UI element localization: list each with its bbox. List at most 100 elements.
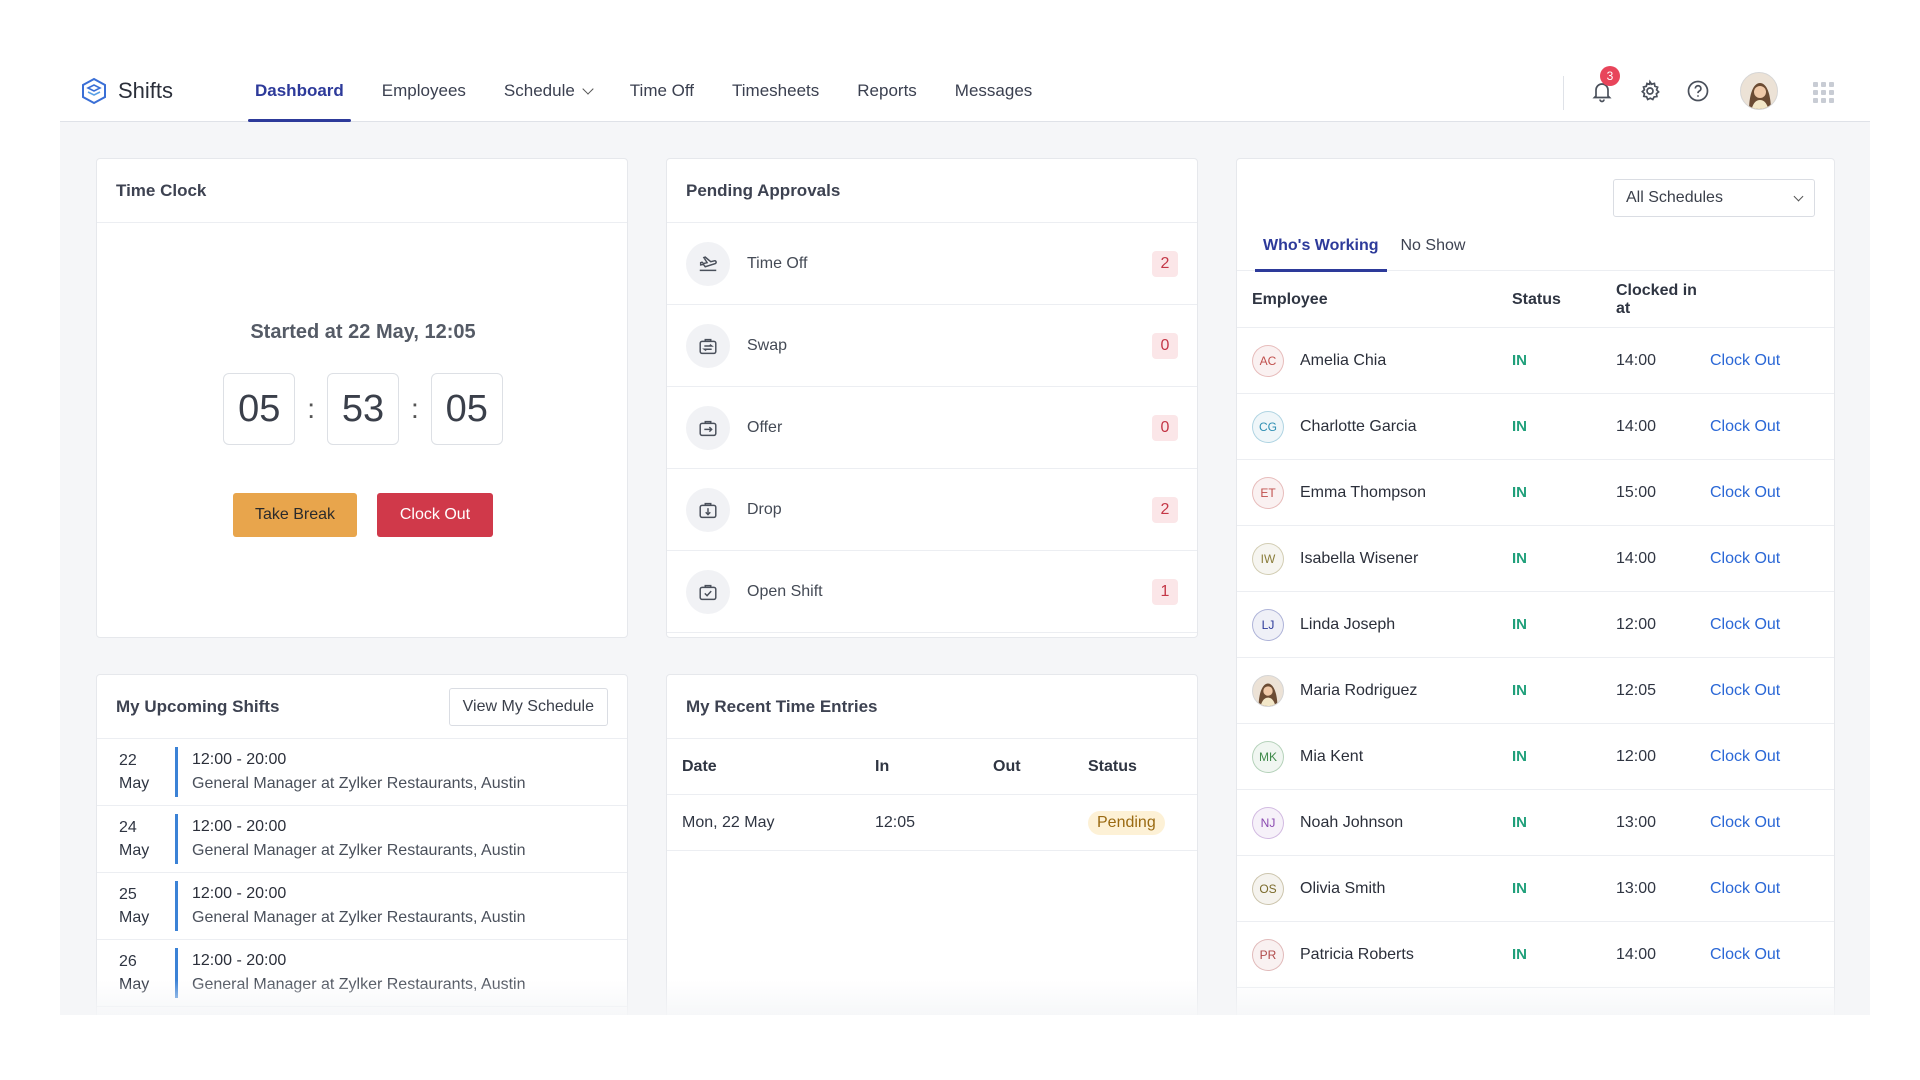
nav-time-off[interactable]: Time Off bbox=[611, 60, 713, 122]
shift-role: General Manager at Zylker Restaurants, A… bbox=[192, 909, 526, 926]
nav-dashboard[interactable]: Dashboard bbox=[236, 60, 363, 122]
shift-role: General Manager at Zylker Restaurants, A… bbox=[192, 842, 526, 859]
employee-name: Isabella Wisener bbox=[1300, 549, 1419, 567]
column-date: Date bbox=[682, 757, 717, 775]
shift-date: 25 May bbox=[119, 883, 175, 929]
table-row: Maria Rodriguez IN 12:05 Clock Out bbox=[1237, 658, 1834, 724]
table-row: CG Charlotte Garcia IN 14:00 Clock Out bbox=[1237, 394, 1834, 460]
schedule-filter-select[interactable]: All Schedules bbox=[1613, 179, 1815, 217]
drop-briefcase-icon bbox=[686, 487, 730, 532]
list-item[interactable]: 25 May 12:00 - 20:00 General Manager at Zyl… bbox=[97, 873, 627, 940]
notifications-button[interactable]: 3 bbox=[1590, 66, 1620, 103]
help-icon bbox=[1687, 80, 1709, 102]
table-header: Employee Status Clocked in at bbox=[1237, 272, 1834, 328]
clock-out-link[interactable]: Clock Out bbox=[1710, 352, 1780, 369]
nav-label: Schedule bbox=[503, 81, 575, 100]
user-photo-icon bbox=[1741, 73, 1777, 109]
clocked-in-time: 13:00 bbox=[1616, 879, 1657, 897]
approval-count: 0 bbox=[1152, 332, 1178, 359]
approval-drop[interactable]: Drop 2 bbox=[667, 469, 1197, 551]
table-header: Date In Out Status bbox=[667, 739, 1197, 795]
approval-count: 1 bbox=[1152, 578, 1178, 605]
time-clock-actions: Take Break Clock Out bbox=[97, 493, 627, 537]
clock-out-link[interactable]: Clock Out bbox=[1710, 418, 1780, 435]
view-my-schedule-button[interactable]: View My Schedule bbox=[448, 687, 608, 726]
approval-offer[interactable]: Offer 0 bbox=[667, 387, 1197, 469]
shift-month: May bbox=[119, 775, 150, 792]
status-badge: IN bbox=[1512, 549, 1527, 567]
status-badge: IN bbox=[1512, 483, 1527, 501]
take-break-button[interactable]: Take Break bbox=[233, 493, 357, 537]
approval-time-off[interactable]: Time Off 2 bbox=[667, 223, 1197, 305]
approval-count: 2 bbox=[1152, 250, 1178, 277]
user-avatar[interactable] bbox=[1740, 72, 1778, 110]
shift-accent-bar bbox=[175, 747, 178, 797]
apps-grid-icon[interactable] bbox=[1813, 82, 1834, 103]
nav-timesheets[interactable]: Timesheets bbox=[713, 60, 838, 122]
list-item[interactable]: 22 May 12:00 - 20:00 General Manager at Zyl… bbox=[97, 739, 627, 806]
divider bbox=[1563, 76, 1564, 110]
swap-briefcase-icon bbox=[686, 323, 730, 368]
clock-out-link[interactable]: Clock Out bbox=[1710, 880, 1780, 897]
status-badge: IN bbox=[1512, 417, 1527, 435]
table-row: PR Patricia Roberts IN 14:00 Clock Out bbox=[1237, 922, 1834, 988]
approval-open-shift[interactable]: Open Shift 1 bbox=[667, 551, 1197, 633]
avatar: NJ bbox=[1252, 806, 1284, 839]
help-button[interactable] bbox=[1686, 79, 1710, 103]
nav-reports[interactable]: Reports bbox=[838, 60, 936, 122]
notification-badge: 3 bbox=[1600, 66, 1620, 86]
nav-messages[interactable]: Messages bbox=[936, 60, 1051, 122]
employee-name: Emma Thompson bbox=[1300, 483, 1426, 501]
tab-whos-working[interactable]: Who's Working bbox=[1255, 233, 1387, 272]
app-name: Shifts bbox=[118, 78, 174, 103]
employee-name: Amelia Chia bbox=[1300, 351, 1387, 369]
nav-label: Messages bbox=[954, 81, 1033, 100]
shift-month: May bbox=[119, 909, 150, 926]
column-clocked-in: Clocked in at bbox=[1616, 281, 1697, 317]
card-title: My Recent Time Entries bbox=[686, 696, 878, 716]
avatar: PR bbox=[1252, 938, 1284, 971]
shift-date: 26 May bbox=[119, 950, 175, 996]
clock-out-link[interactable]: Clock Out bbox=[1710, 484, 1780, 501]
column-status: Status bbox=[1512, 290, 1561, 308]
schedule-filter-value: All Schedules bbox=[1626, 189, 1723, 206]
employee-name: Olivia Smith bbox=[1300, 879, 1386, 897]
timer-separator: : bbox=[411, 393, 419, 424]
nav-employees[interactable]: Employees bbox=[363, 60, 485, 122]
clock-out-button[interactable]: Clock Out bbox=[377, 493, 493, 537]
entry-date: Mon, 22 May bbox=[682, 813, 775, 831]
timer-separator: : bbox=[307, 393, 315, 424]
approval-label: Swap bbox=[747, 336, 788, 354]
shift-accent-bar bbox=[175, 948, 178, 998]
clock-out-link[interactable]: Clock Out bbox=[1710, 616, 1780, 633]
approval-swap[interactable]: Swap 0 bbox=[667, 305, 1197, 387]
clock-out-link[interactable]: Clock Out bbox=[1710, 946, 1780, 963]
list-item[interactable]: 24 May 12:00 - 20:00 General Manager at Zyl… bbox=[97, 806, 627, 873]
tab-no-show[interactable]: No Show bbox=[1393, 233, 1474, 271]
settings-button[interactable] bbox=[1638, 79, 1662, 103]
clock-out-link[interactable]: Clock Out bbox=[1710, 748, 1780, 765]
shift-accent-bar bbox=[175, 881, 178, 931]
open-shift-briefcase-icon bbox=[686, 569, 730, 614]
clock-out-link[interactable]: Clock Out bbox=[1710, 682, 1780, 699]
shift-time: 12:00 - 20:00 bbox=[192, 751, 287, 768]
chevron-down-icon bbox=[582, 83, 594, 95]
avatar: ET bbox=[1252, 476, 1284, 509]
table-row[interactable]: Mon, 22 May 12:05 Pending bbox=[667, 795, 1197, 851]
started-at-text: Started at 22 May, 12:05 bbox=[250, 321, 476, 343]
employee-name: Mia Kent bbox=[1300, 747, 1364, 765]
shift-month: May bbox=[119, 976, 150, 993]
avatar: OS bbox=[1252, 872, 1284, 905]
nav-label: Reports bbox=[857, 81, 917, 100]
avatar: AC bbox=[1252, 344, 1284, 377]
table-row: LJ Linda Joseph IN 12:00 Clock Out bbox=[1237, 592, 1834, 658]
list-item[interactable]: 26 May 12:00 - 20:00 General Manager at Zyl… bbox=[97, 940, 627, 1007]
nav-label: Employees bbox=[381, 81, 466, 100]
approval-label: Offer bbox=[747, 418, 783, 436]
card-header: Pending Approvals bbox=[667, 159, 1197, 223]
brand[interactable]: Shifts bbox=[80, 76, 173, 106]
clock-out-link[interactable]: Clock Out bbox=[1710, 550, 1780, 567]
nav-schedule[interactable]: Schedule bbox=[485, 60, 611, 122]
card-header: My Recent Time Entries bbox=[667, 675, 1197, 739]
clock-out-link[interactable]: Clock Out bbox=[1710, 814, 1780, 831]
